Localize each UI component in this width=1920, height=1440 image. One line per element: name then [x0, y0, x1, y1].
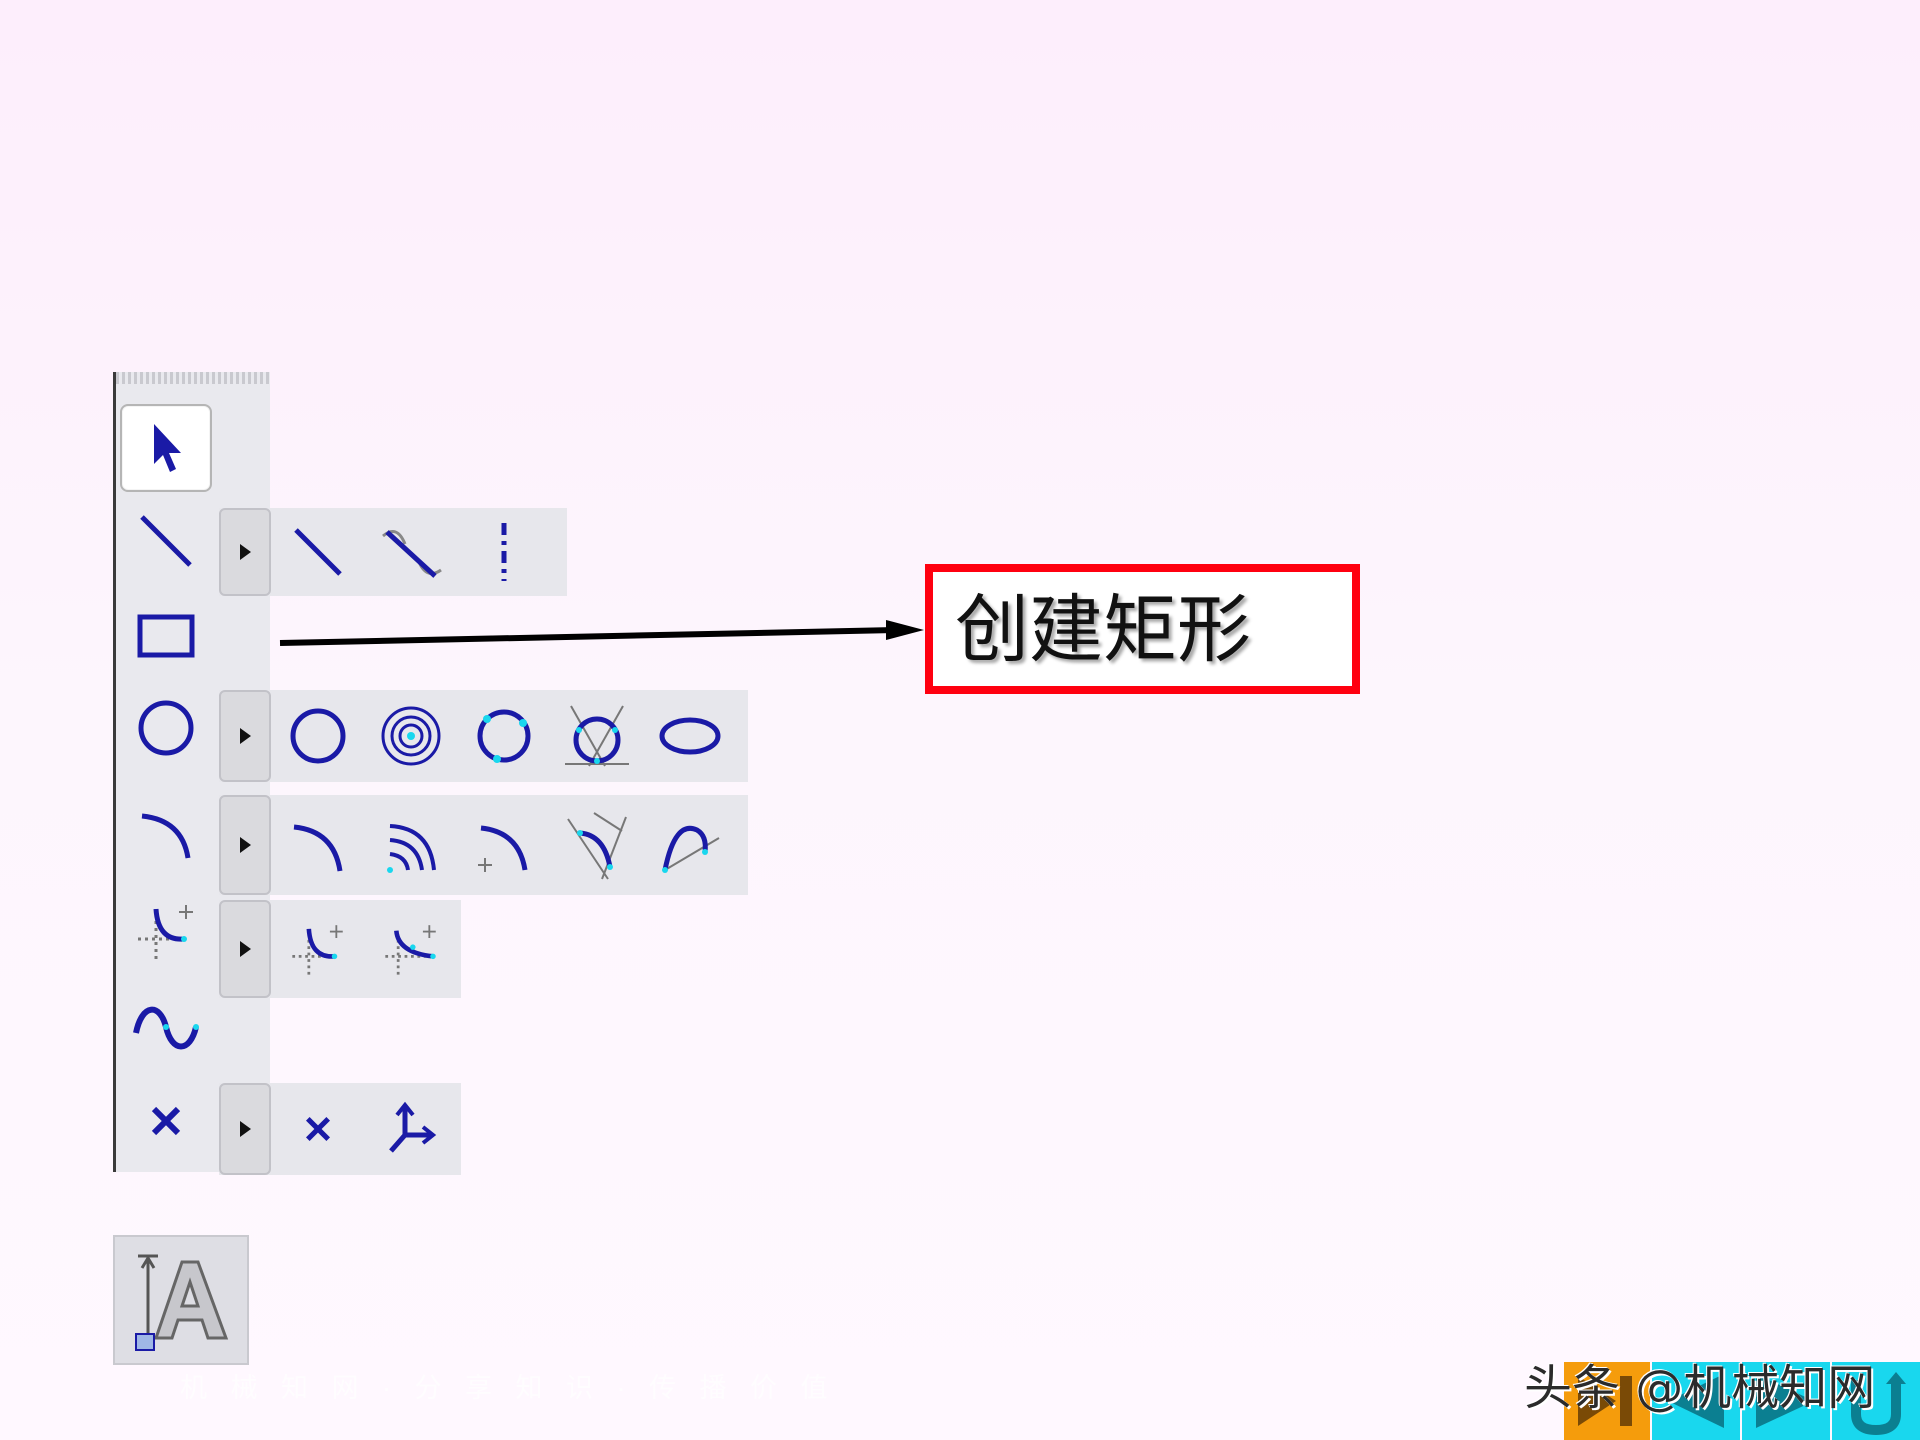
text-tool-button[interactable]: [113, 1235, 249, 1365]
text-tool-icon: [135, 1254, 229, 1351]
flyout-arc-button[interactable]: [271, 795, 364, 895]
arc-icon: [293, 824, 342, 872]
tangent-arc-icon: [566, 812, 627, 880]
rectangle-icon: [137, 614, 195, 658]
flyout-tangent-line-button[interactable]: [364, 508, 457, 596]
ellipse-icon: [659, 717, 720, 755]
flyout-point-button[interactable]: [271, 1083, 364, 1175]
concentric-circle-icon: [381, 706, 440, 766]
watermark-brand: 头条 @机械知网: [1524, 1360, 1876, 1416]
flyout-ellipse-button[interactable]: [643, 690, 736, 782]
centerline-icon: [501, 523, 506, 581]
triangle-right-icon: [240, 728, 251, 744]
arc-tool-button[interactable]: [120, 790, 212, 878]
three-point-circle-icon: [477, 709, 530, 763]
flyout-line-button[interactable]: [271, 508, 364, 596]
flyout-concentric-arc-button[interactable]: [364, 795, 457, 895]
line-flyout-toggle[interactable]: [219, 508, 271, 596]
point-flyout: [219, 1083, 461, 1175]
rectangle-tool-button[interactable]: [120, 592, 212, 680]
callout-arrow: [279, 620, 924, 646]
flyout-conic-arc-button[interactable]: [643, 795, 736, 895]
concentric-arc-icon: [386, 824, 436, 873]
circle-flyout: [219, 690, 748, 782]
circle-tool-button[interactable]: [120, 684, 212, 772]
circle-icon: [290, 708, 345, 764]
arc-icon: [141, 813, 191, 859]
flyout-concentric-circle-button[interactable]: [364, 690, 457, 782]
line-icon: [293, 528, 342, 576]
coordinate-system-icon: [388, 1101, 436, 1153]
triangle-right-icon: [240, 544, 251, 560]
circle-flyout-toggle[interactable]: [219, 690, 271, 782]
fillet-tool-button[interactable]: [120, 887, 212, 975]
point-flyout-toggle[interactable]: [219, 1083, 271, 1175]
tangent-line-icon: [381, 530, 442, 578]
flyout-coordinate-system-button[interactable]: [364, 1083, 457, 1175]
flyout-tangent-circle-button[interactable]: [550, 690, 643, 782]
select-tool-button[interactable]: [120, 404, 212, 492]
toolbar-grip[interactable]: [116, 372, 270, 384]
triangle-right-icon: [240, 941, 251, 957]
tangent-circle-icon: [564, 705, 629, 767]
flyout-three-point-circle-button[interactable]: [457, 690, 550, 782]
flyout-circle-button[interactable]: [271, 690, 364, 782]
line-flyout: [219, 508, 567, 596]
arc-flyout: [219, 795, 748, 895]
spline-tool-button[interactable]: [120, 984, 212, 1072]
conic-arc-icon: [661, 826, 720, 873]
triangle-right-icon: [240, 1121, 251, 1137]
triangle-right-icon: [240, 837, 251, 853]
callout-box: 创建矩形: [925, 564, 1360, 694]
pointer-arrow-icon: [154, 424, 181, 472]
point-icon: [151, 1106, 181, 1136]
line-icon: [140, 515, 192, 567]
point-icon: [305, 1116, 330, 1142]
flyout-centerline-button[interactable]: [457, 508, 550, 596]
point-tool-button[interactable]: [120, 1077, 212, 1165]
flyout-tangent-arc-button[interactable]: [550, 795, 643, 895]
circle-icon: [138, 700, 194, 756]
spline-icon: [133, 1006, 199, 1050]
watermark-slogan: 机 械 知 网 · 分 享 知 识 · 传 播 价 值: [180, 1373, 836, 1403]
fillet-flyout: [219, 900, 461, 998]
flyout-circular-fillet-button[interactable]: [271, 900, 364, 998]
circular-fillet-icon: [291, 925, 343, 979]
fillet-icon: [138, 905, 193, 963]
arc-flyout-toggle[interactable]: [219, 795, 271, 895]
fillet-flyout-toggle[interactable]: [219, 900, 271, 998]
flyout-three-point-arc-button[interactable]: [457, 795, 550, 895]
callout-label: 创建矩形: [955, 587, 1251, 673]
three-point-arc-icon: [477, 825, 527, 872]
line-tool-button[interactable]: [120, 497, 212, 585]
flyout-elliptical-fillet-button[interactable]: [364, 900, 457, 998]
elliptical-fillet-icon: [384, 925, 436, 979]
